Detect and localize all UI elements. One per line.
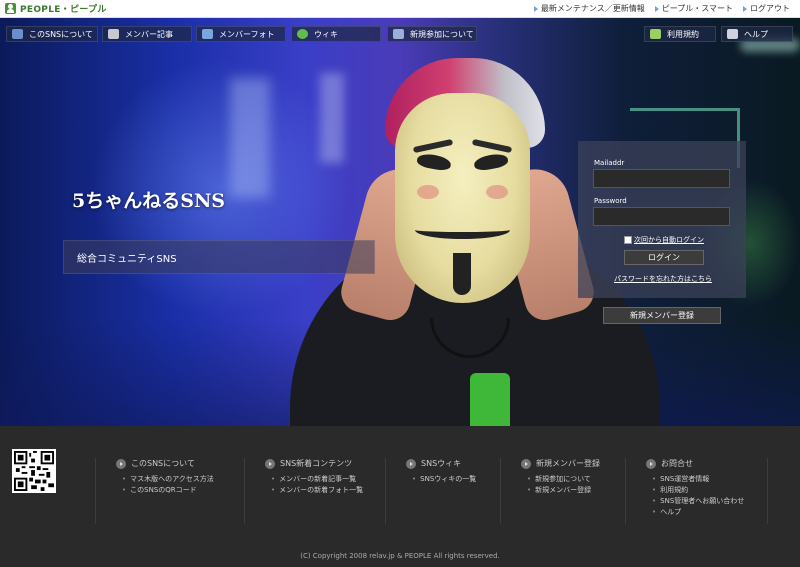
autologin-checkbox[interactable] bbox=[624, 236, 632, 244]
maintenance-link[interactable]: 最新メンテナンス／更新情報 bbox=[533, 3, 645, 14]
arrow-right-icon bbox=[743, 5, 747, 12]
footer-col-wiki: SNSウィキ SNSウィキの一覧 bbox=[385, 458, 500, 524]
password-input[interactable] bbox=[593, 207, 730, 226]
pencil-icon bbox=[650, 29, 661, 39]
arrow-right-icon bbox=[533, 5, 538, 12]
login-button[interactable]: ログイン bbox=[624, 250, 704, 265]
footer-link[interactable]: マス木版へのアクセス方法 bbox=[122, 474, 245, 485]
footer-col-new-content: SNS新着コンテンツ メンバーの新着記事一覧 メンバーの新着フォト一覧 bbox=[244, 458, 394, 524]
mail-input[interactable] bbox=[593, 169, 730, 188]
footer-link[interactable]: メンバーの新着記事一覧 bbox=[271, 474, 394, 485]
nav-terms[interactable]: 利用規約 bbox=[644, 26, 716, 42]
autologin-label[interactable]: 次回から自動ログイン bbox=[634, 235, 704, 245]
play-circle-icon bbox=[406, 458, 416, 469]
qr-code-image bbox=[12, 449, 56, 493]
smart-link[interactable]: ピープル・スマート bbox=[654, 3, 733, 14]
document-icon bbox=[108, 29, 119, 39]
top-header: PEOPLE・ピープル 最新メンテナンス／更新情報 ピープル・スマート ログアウ… bbox=[0, 0, 800, 18]
guy-fawkes-mask-image bbox=[395, 93, 530, 303]
play-circle-icon bbox=[116, 458, 126, 469]
arrow-right-icon bbox=[654, 5, 659, 12]
password-label: Password bbox=[594, 197, 627, 205]
forgot-password-link[interactable]: パスワードを忘れた方はこちら bbox=[614, 274, 712, 284]
play-circle-icon bbox=[521, 458, 531, 469]
footer-col-about: このSNSについて マス木版へのアクセス方法 このSNSのQRコード bbox=[95, 458, 245, 524]
footer-col-contact: お問合せ SNS運営者情報 利用規約 SNS管理者へお願い合わせ ヘルプ bbox=[625, 458, 768, 524]
nav-about[interactable]: このSNSについて bbox=[6, 26, 98, 42]
play-circle-icon bbox=[646, 458, 656, 469]
footer-col-register: 新規メンバー登録 新規参加について 新規メンバー登録 bbox=[500, 458, 625, 524]
footer-link[interactable]: SNSウィキの一覧 bbox=[412, 474, 500, 485]
login-panel: Mailaddr Password 次回から自動ログイン ログイン パスワードを… bbox=[578, 141, 746, 298]
play-circle-icon bbox=[265, 458, 275, 469]
footer-link[interactable]: ヘルプ bbox=[652, 507, 767, 518]
nav-member-photos[interactable]: メンバーフォト bbox=[196, 26, 286, 42]
photo-icon bbox=[202, 29, 213, 39]
help-icon bbox=[727, 29, 738, 39]
autologin-row[interactable]: 次回から自動ログイン bbox=[624, 235, 704, 245]
footer-link[interactable]: 利用規約 bbox=[652, 485, 767, 496]
nav-wiki[interactable]: ウィキ bbox=[291, 26, 381, 42]
footer-heading[interactable]: 新規メンバー登録 bbox=[521, 458, 625, 469]
footer-link[interactable]: 新規メンバー登録 bbox=[527, 485, 625, 496]
site-title: 5ちゃんねるSNS bbox=[72, 190, 226, 212]
footer-heading[interactable]: このSNSについて bbox=[116, 458, 245, 469]
globe-icon bbox=[297, 29, 308, 39]
nav-member-articles[interactable]: メンバー記事 bbox=[102, 26, 192, 42]
nav-help[interactable]: ヘルプ bbox=[721, 26, 793, 42]
footer-heading[interactable]: お問合せ bbox=[646, 458, 767, 469]
footer-heading[interactable]: SNS新着コンテンツ bbox=[265, 458, 394, 469]
mail-label: Mailaddr bbox=[594, 159, 625, 167]
footer-heading[interactable]: SNSウィキ bbox=[406, 458, 500, 469]
footer-link[interactable]: 新規参加について bbox=[527, 474, 625, 485]
footer-link[interactable]: このSNSのQRコード bbox=[122, 485, 245, 496]
users-icon bbox=[393, 29, 404, 39]
footer-link[interactable]: SNS管理者へお願い合わせ bbox=[652, 496, 767, 507]
nav-join-info[interactable]: 新規参加について bbox=[387, 26, 477, 42]
register-button[interactable]: 新規メンバー登録 bbox=[603, 307, 721, 324]
footer-link[interactable]: SNS運営者情報 bbox=[652, 474, 767, 485]
site-tagline: 総合コミュニティSNS bbox=[63, 240, 375, 274]
thumbs-up-icon bbox=[12, 29, 23, 39]
people-icon bbox=[5, 3, 16, 14]
logout-link[interactable]: ログアウト bbox=[743, 3, 790, 14]
copyright: (C) Copyright 2008 relav.jp & PEOPLE All… bbox=[300, 552, 500, 560]
footer-link[interactable]: メンバーの新着フォト一覧 bbox=[271, 485, 394, 496]
top-links: 最新メンテナンス／更新情報 ピープル・スマート ログアウト bbox=[533, 3, 790, 14]
brand-name: PEOPLE・ピープル bbox=[20, 5, 107, 15]
qr-code-icon bbox=[14, 451, 54, 491]
brand-logo[interactable]: PEOPLE・ピープル bbox=[5, 2, 107, 15]
